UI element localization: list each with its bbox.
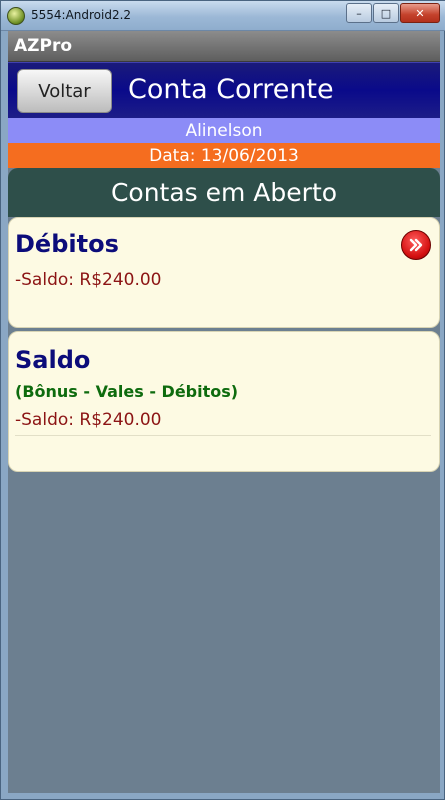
- debitos-title: Débitos: [15, 230, 119, 258]
- app-title: AZPro: [14, 36, 73, 56]
- section-title: Contas em Aberto: [110, 178, 338, 207]
- window-titlebar[interactable]: 5554:Android2.2 – □ ✕: [1, 1, 445, 31]
- debitos-card[interactable]: Débitos -Saldo: R$240.00: [8, 217, 440, 328]
- section-header: Contas em Aberto: [8, 168, 440, 217]
- close-button[interactable]: ✕: [400, 3, 440, 23]
- page-header: Voltar Conta Corrente: [8, 62, 440, 118]
- double-chevron-right-icon[interactable]: [401, 230, 431, 260]
- saldo-card: Saldo (Bônus - Vales - Débitos) -Saldo: …: [8, 331, 440, 472]
- emulator-window: 5554:Android2.2 – □ ✕ AZPro Voltar Conta…: [0, 0, 445, 800]
- maximize-button[interactable]: □: [373, 3, 399, 23]
- window-title: 5554:Android2.2: [31, 8, 132, 22]
- date-bar: Data: 13/06/2013: [8, 143, 440, 168]
- double-chevron-right-glyph: [409, 238, 423, 252]
- date-text: Data: 13/06/2013: [149, 145, 299, 166]
- android-screen: AZPro Voltar Conta Corrente Alinelson Da…: [8, 31, 440, 793]
- back-button[interactable]: Voltar: [17, 69, 112, 113]
- user-name-bar: Alinelson: [8, 118, 440, 143]
- saldo-subtitle: (Bônus - Vales - Débitos): [15, 382, 239, 401]
- page-title: Conta Corrente: [128, 74, 334, 105]
- minimize-button[interactable]: –: [346, 3, 372, 23]
- saldo-amount: -Saldo: R$240.00: [15, 410, 162, 430]
- saldo-title: Saldo: [15, 346, 91, 374]
- app-titlebar: AZPro: [8, 31, 440, 62]
- emulator-app-icon: [7, 7, 25, 25]
- debitos-amount: -Saldo: R$240.00: [15, 270, 162, 290]
- user-name: Alinelson: [185, 120, 263, 141]
- divider: [15, 435, 431, 436]
- window-controls: – □ ✕: [345, 3, 440, 23]
